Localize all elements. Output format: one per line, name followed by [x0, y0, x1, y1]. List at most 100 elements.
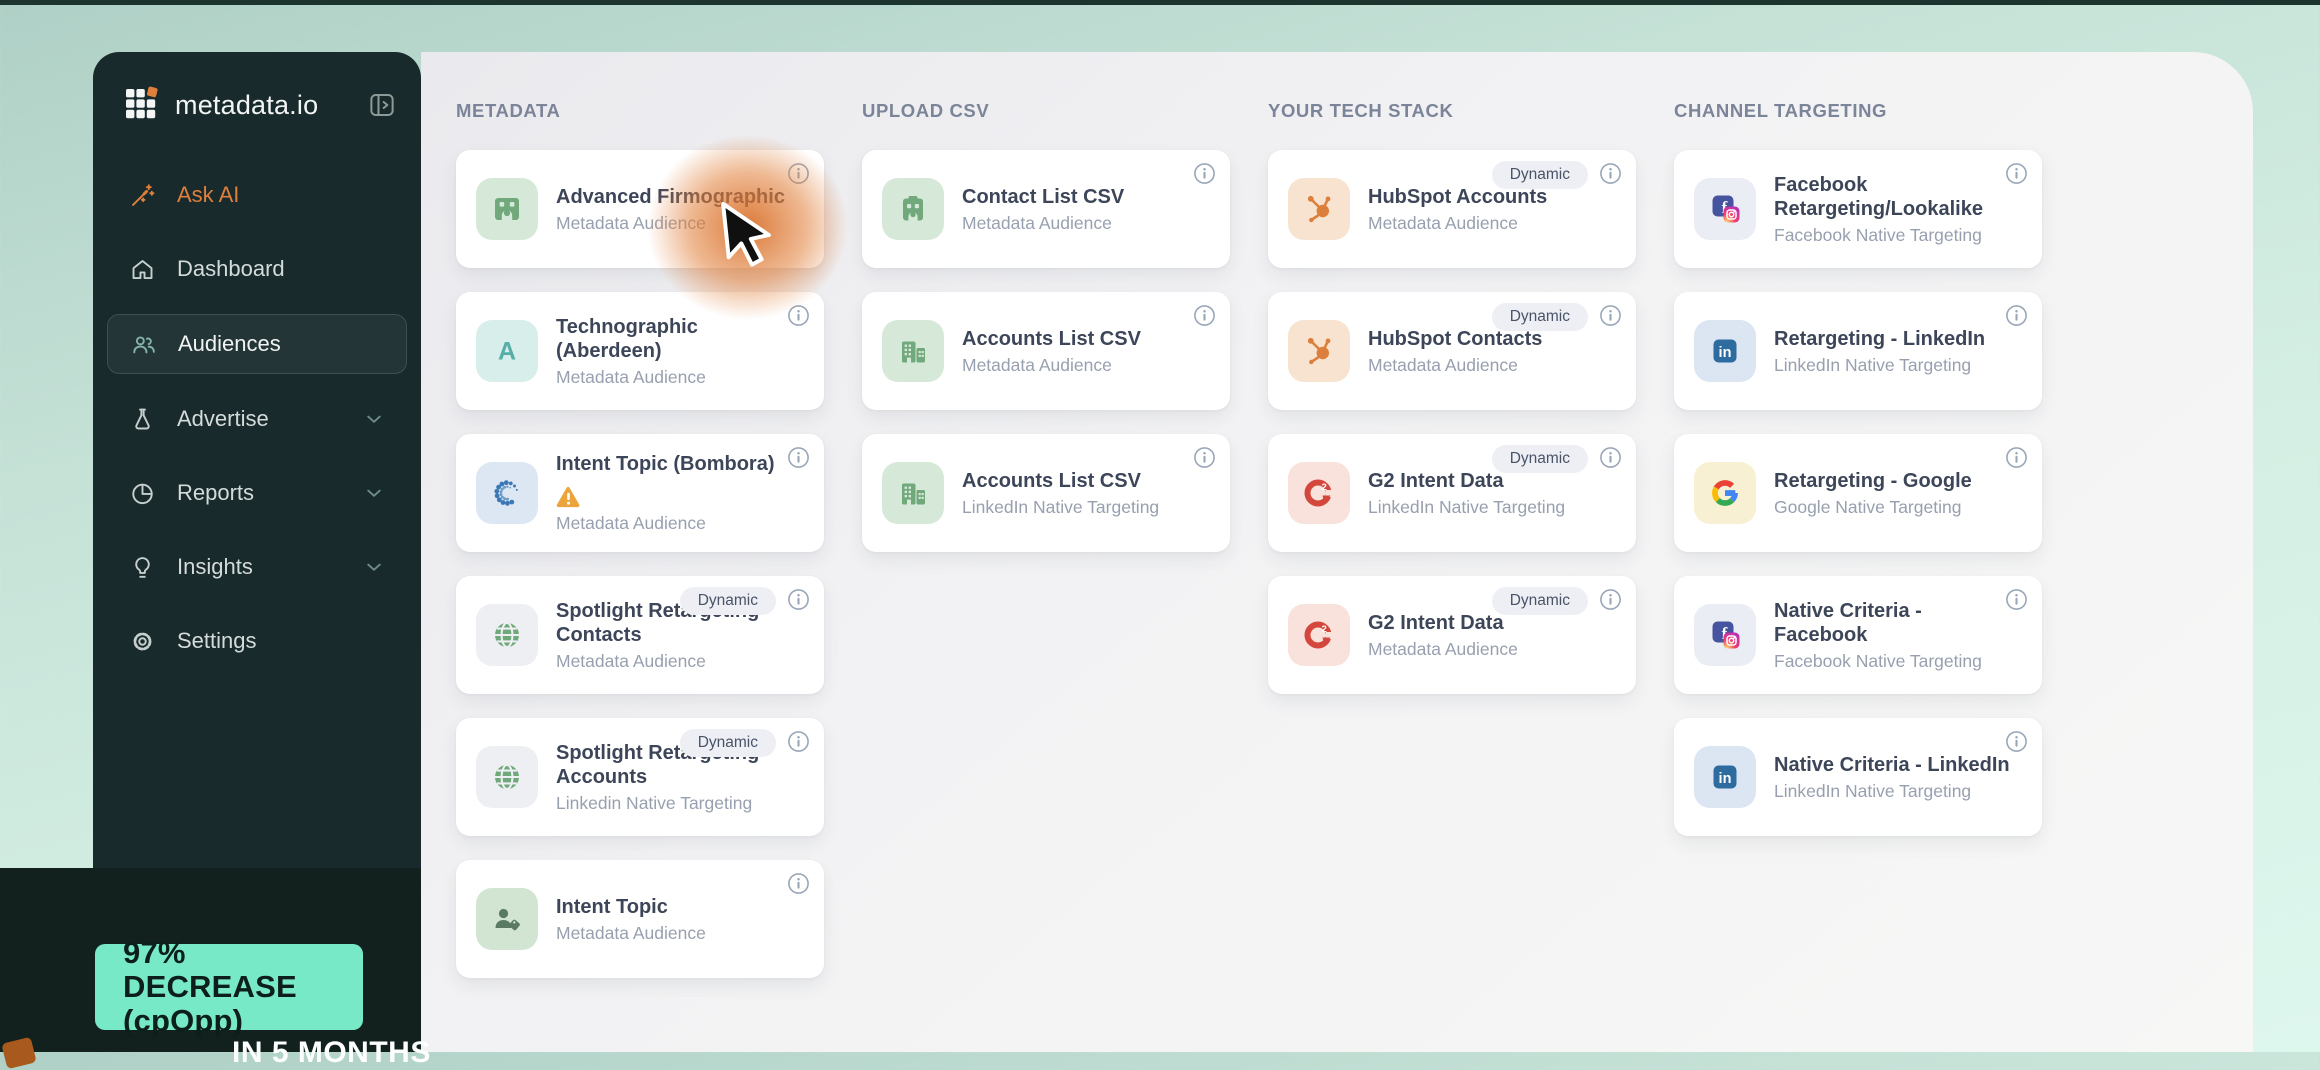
card-subtitle: Metadata Audience: [556, 513, 706, 533]
sidebar-item-advertise[interactable]: Advertise: [107, 390, 407, 448]
audience-card[interactable]: Dynamic Spotlight Retargeting Accounts Li…: [456, 718, 824, 836]
chevron-down-icon[interactable]: [362, 481, 386, 505]
card-title: Accounts List CSV: [962, 327, 1141, 350]
linkedin-icon: in: [1694, 320, 1756, 382]
info-icon[interactable]: [1193, 304, 1216, 327]
firmographic-icon: [476, 178, 538, 240]
info-icon[interactable]: [1599, 446, 1622, 469]
audience-card[interactable]: Advanced Firmographic Metadata Audience: [456, 150, 824, 268]
facebook-instagram-icon: f: [1694, 604, 1756, 666]
dynamic-badge: Dynamic: [679, 729, 776, 757]
brand-row: metadata.io: [93, 52, 421, 124]
info-icon[interactable]: [1193, 162, 1216, 185]
info-icon[interactable]: [2005, 730, 2028, 753]
card-text: Accounts List CSV LinkedIn Native Targeti…: [962, 469, 1165, 518]
person-tag-icon: [476, 888, 538, 950]
sidebar-item-label: Insights: [177, 554, 253, 579]
card-subtitle: Metadata Audience: [962, 354, 1112, 375]
audience-card[interactable]: Retargeting - Google Google Native Target…: [1674, 434, 2042, 552]
svg-text:2: 2: [1322, 482, 1327, 493]
info-icon[interactable]: [2005, 304, 2028, 327]
card-title: Technographic (Aberdeen): [556, 315, 698, 362]
card-subtitle: LinkedIn Native Targeting: [962, 496, 1160, 517]
svg-text:in: in: [1719, 771, 1732, 787]
info-icon[interactable]: [787, 730, 810, 753]
info-icon[interactable]: [1193, 446, 1216, 469]
card-text: Intent Topic (Bombora) Metadata Audience: [556, 452, 806, 534]
card-title: G2 Intent Data: [1368, 611, 1504, 634]
promo-panel: 97% DECREASE (cpOpp) IN 5 MONTHS: [0, 868, 430, 1070]
pie-chart-icon: [128, 480, 156, 507]
dynamic-badge: Dynamic: [1491, 445, 1588, 473]
google-icon: [1694, 462, 1756, 524]
globe-icon: [476, 746, 538, 808]
info-icon[interactable]: [787, 446, 810, 469]
chevron-down-icon[interactable]: [362, 407, 386, 431]
card-title: Accounts List CSV: [962, 469, 1141, 492]
audience-card[interactable]: f Native Criteria - Facebook Facebook Nat…: [1674, 576, 2042, 694]
warning-icon: [556, 486, 581, 509]
dynamic-badge: Dynamic: [1491, 161, 1588, 189]
clipboard-person-icon: [882, 178, 944, 240]
info-icon[interactable]: [787, 872, 810, 895]
info-icon[interactable]: [787, 304, 810, 327]
hubspot-icon: [1288, 320, 1350, 382]
column-metadata: METADATA Advanced Firmographic Metadata A…: [456, 100, 824, 978]
buildings-icon: [882, 462, 944, 524]
globe-icon: [476, 604, 538, 666]
card-list: Dynamic HubSpot Accounts Metadata Audienc…: [1268, 150, 1636, 694]
svg-text:in: in: [1719, 345, 1732, 361]
audience-card[interactable]: Contact List CSV Metadata Audience: [862, 150, 1230, 268]
card-subtitle: Metadata Audience: [1368, 212, 1518, 233]
audience-card[interactable]: A Technographic (Aberdeen) Metadata Audien…: [456, 292, 824, 410]
audience-board: METADATA Advanced Firmographic Metadata A…: [456, 100, 2042, 978]
info-icon[interactable]: [787, 162, 810, 185]
sidebar-item-ask-ai[interactable]: Ask AI: [107, 166, 407, 224]
audience-card[interactable]: Intent Topic (Bombora) Metadata Audience: [456, 434, 824, 552]
dynamic-badge: Dynamic: [1491, 303, 1588, 331]
audience-card[interactable]: Accounts List CSV Metadata Audience: [862, 292, 1230, 410]
card-title: Retargeting - LinkedIn: [1774, 327, 1986, 350]
card-title: Contact List CSV: [962, 185, 1125, 208]
info-icon[interactable]: [2005, 162, 2028, 185]
info-icon[interactable]: [787, 588, 810, 611]
info-icon[interactable]: [2005, 588, 2028, 611]
dynamic-badge: Dynamic: [679, 587, 776, 615]
sidebar-item-dashboard[interactable]: Dashboard: [107, 240, 407, 298]
sidebar-item-reports[interactable]: Reports: [107, 464, 407, 522]
sidebar-item-settings[interactable]: Settings: [107, 612, 407, 670]
card-subtitle: Metadata Audience: [1368, 638, 1518, 659]
card-title: Retargeting - Google: [1774, 469, 1972, 492]
audience-card[interactable]: Accounts List CSV LinkedIn Native Targeti…: [862, 434, 1230, 552]
gear-icon: [128, 628, 156, 655]
card-subtitle: Facebook Native Targeting: [1774, 650, 1982, 671]
info-icon[interactable]: [2005, 446, 2028, 469]
sidebar-item-insights[interactable]: Insights: [107, 538, 407, 596]
card-text: Retargeting - Google Google Native Target…: [1774, 469, 1978, 518]
card-list: Contact List CSV Metadata Audience Accoun…: [862, 150, 1230, 552]
sidebar-item-audiences[interactable]: Audiences: [107, 314, 407, 374]
audience-card[interactable]: Dynamic 2 G2 Intent Data LinkedIn Native T…: [1268, 434, 1636, 552]
audience-card[interactable]: Dynamic HubSpot Contacts Metadata Audienc…: [1268, 292, 1636, 410]
info-icon[interactable]: [1599, 588, 1622, 611]
audience-card[interactable]: Intent Topic Metadata Audience: [456, 860, 824, 978]
magic-wand-icon: [128, 182, 156, 209]
linkedin-icon: in: [1694, 746, 1756, 808]
info-icon[interactable]: [1599, 304, 1622, 327]
audience-card[interactable]: Dynamic 2 G2 Intent Data Metadata Audience: [1268, 576, 1636, 694]
audience-card[interactable]: Dynamic Spotlight Retargeting Contacts Me…: [456, 576, 824, 694]
chevron-down-icon[interactable]: [362, 555, 386, 579]
audience-card[interactable]: in Retargeting - LinkedIn LinkedIn Native …: [1674, 292, 2042, 410]
card-text: Technographic (Aberdeen) Metadata Audienc…: [556, 315, 806, 388]
card-title: Native Criteria - LinkedIn: [1774, 753, 2010, 776]
g2-icon: 2: [1288, 604, 1350, 666]
card-subtitle: Facebook Native Targeting: [1774, 224, 1982, 245]
audience-card[interactable]: f Facebook Retargeting/Lookalike Facebook…: [1674, 150, 2042, 268]
users-icon: [129, 331, 157, 358]
audience-card[interactable]: in Native Criteria - LinkedIn LinkedIn Nat…: [1674, 718, 2042, 836]
card-title: G2 Intent Data: [1368, 469, 1504, 492]
card-text: Advanced Firmographic Metadata Audience: [556, 185, 791, 234]
audience-card[interactable]: Dynamic HubSpot Accounts Metadata Audienc…: [1268, 150, 1636, 268]
sidebar-collapse-icon[interactable]: [367, 90, 397, 120]
info-icon[interactable]: [1599, 162, 1622, 185]
